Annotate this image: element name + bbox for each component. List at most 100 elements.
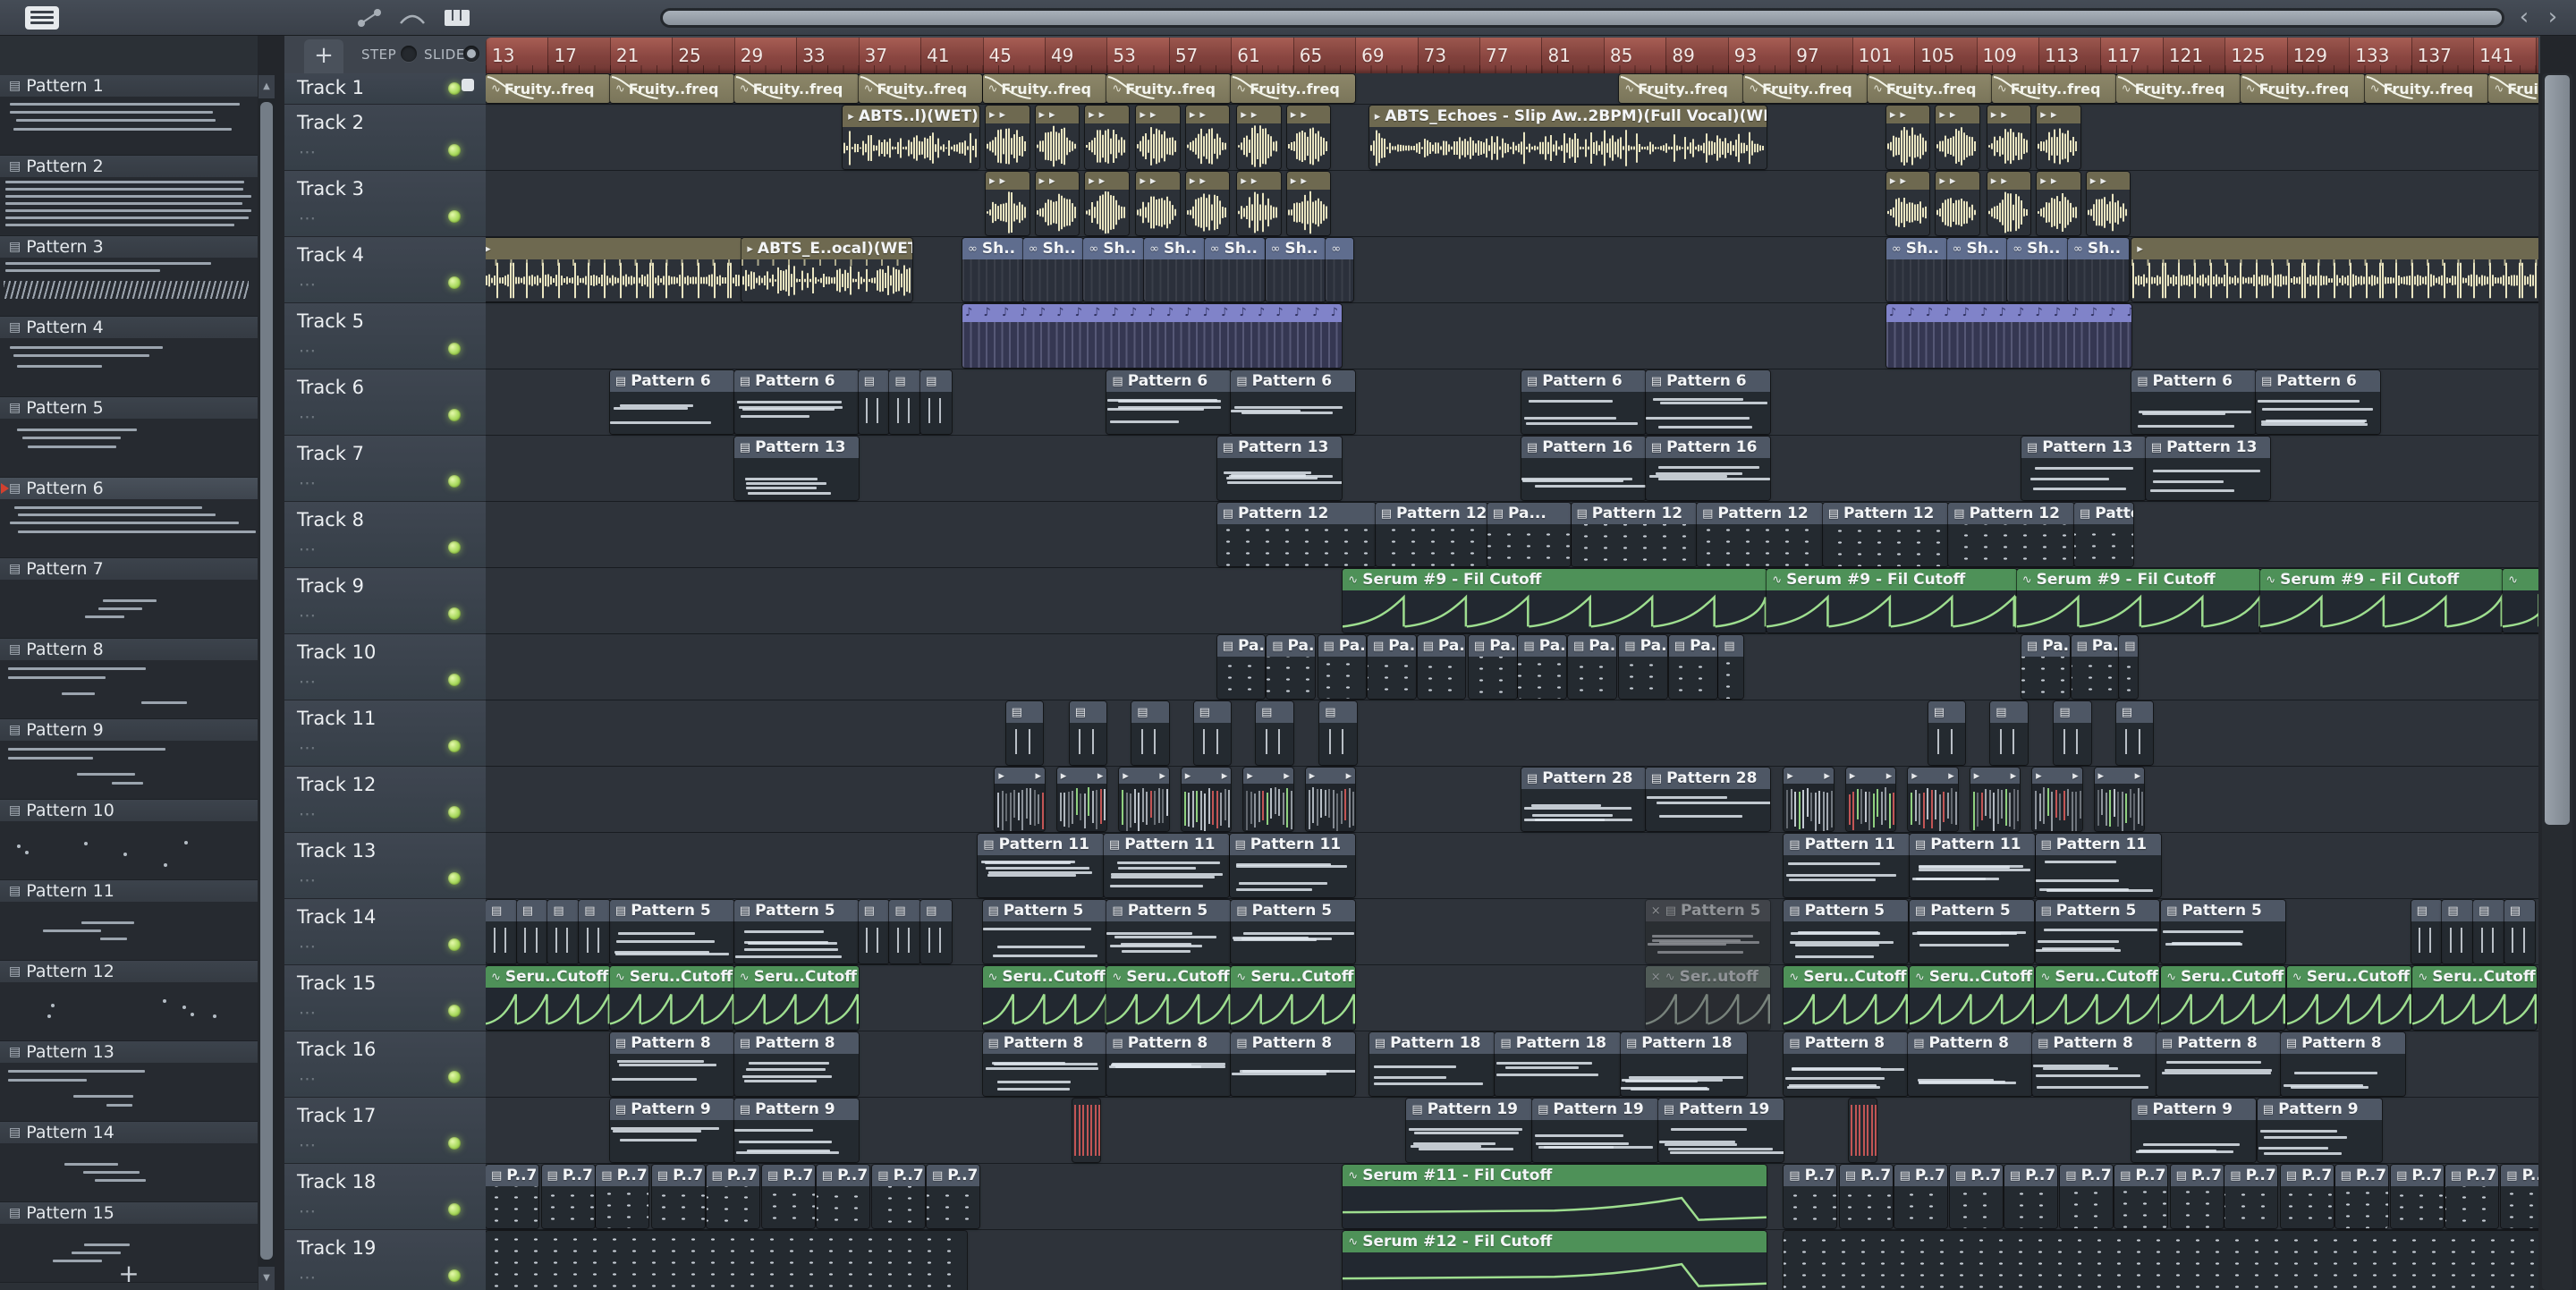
pattern-item-12[interactable]: ▤ Pattern 12 <box>0 961 258 1041</box>
ruler-bar-93[interactable]: 93 <box>1727 38 1790 73</box>
pattern-item-6[interactable]: ▤ Pattern 6 <box>0 478 258 558</box>
pattern-item-2[interactable]: ▤ Pattern 2 <box>0 156 258 236</box>
clip-pattern-8[interactable]: ▤ Pattern 8 <box>1231 1032 1356 1096</box>
clip-seru-cutoff[interactable]: ∿ Seru..Cutoff <box>2035 966 2160 1030</box>
clip-amini[interactable]: ▸ ▸ <box>1185 172 1230 235</box>
clip-fruity-freq[interactable]: ∿Fruity..freq <box>1991 74 2116 103</box>
clip-seru-cutoff[interactable]: ∿ Seru..Cutoff <box>609 966 734 1030</box>
ruler-bar-61[interactable]: 61 <box>1231 38 1292 73</box>
clip-pmini[interactable]: ▤ <box>547 900 580 963</box>
track-menu-dots[interactable]: ⋯ <box>299 804 316 824</box>
pattern-item-10[interactable]: ▤ Pattern 10 <box>0 800 258 880</box>
clip-amini[interactable]: ▸ ▸ <box>1987 106 2031 169</box>
track-mute-led[interactable] <box>448 872 461 885</box>
clip-pa[interactable]: ▤Pa.. <box>1318 635 1367 699</box>
clip-pattern-8[interactable]: ▤ Pattern 8 <box>1106 1032 1232 1096</box>
track-menu-dots[interactable]: ⋯ <box>299 341 316 361</box>
ruler-bar-77[interactable]: 77 <box>1479 38 1541 73</box>
clip-pmini[interactable]: ▤ <box>579 900 610 963</box>
clip-fruity-freq[interactable]: ∿Fruity..freq <box>609 74 734 103</box>
clip-p-7[interactable]: ▤P..7 <box>2114 1165 2168 1228</box>
track-header-12[interactable]: Track 12 ⋯ <box>284 767 486 833</box>
track-header-5[interactable]: Track 5 ⋯ <box>284 303 486 369</box>
clip-pa[interactable]: ▤ Pa... <box>1487 503 1572 566</box>
ruler-bar-109[interactable]: 109 <box>1976 38 2038 73</box>
clip-amini[interactable]: ▸ ▸ <box>2086 172 2131 235</box>
clip-sh[interactable]: ∞ Sh.. <box>1083 238 1145 301</box>
clip-seru-cutoff[interactable]: ∿ Seru..Cutoff <box>733 966 859 1030</box>
track-mute-led[interactable] <box>448 806 461 819</box>
track-menu-dots[interactable]: ⋯ <box>299 142 316 162</box>
clip-seru-cutoff[interactable]: ∿ Seru..Cutoff <box>2412 966 2538 1030</box>
track-mute-led[interactable] <box>448 343 461 355</box>
clip-chop[interactable]: ▸ ▸ <box>1181 768 1232 831</box>
track-header-15[interactable]: Track 15 ⋯ <box>284 965 486 1031</box>
clip-pattern-8[interactable]: ▤ Pattern 8 <box>1784 1032 1909 1096</box>
playlist-lane-8[interactable]: ▤ Pattern 12 ▤ Pattern 12 ▤ Pa... ▤ Pattern 12 ▤… <box>486 502 2538 568</box>
track-mute-led[interactable] <box>448 210 461 223</box>
clip-fruity-freq[interactable]: ∿Fruity..freq <box>982 74 1107 103</box>
clip-pmini[interactable]: ▤ <box>1990 701 2028 765</box>
clip-fruity-freq[interactable]: ∿Fruity..freq <box>1868 74 1992 103</box>
clip-amini[interactable]: ▸ ▸ <box>2037 106 2080 169</box>
track-mute-led[interactable] <box>448 82 461 95</box>
clip-fruity-freq[interactable]: ∿Fruity..freq <box>858 74 983 103</box>
track-header-18[interactable]: Track 18 ⋯ <box>284 1164 486 1230</box>
playlist-lane-6[interactable]: ▤ Pattern 6 ▤ Pattern 6 ▤ ▤ ▤ ▤ Pattern 6 ▤ Patter… <box>486 369 2538 436</box>
playlist-lane-3[interactable]: ▸ ▸ ▸ ▸ ▸ ▸ ▸ ▸ ▸ ▸ ▸ ▸ ▸ ▸ ▸ ▸ ▸ ▸ ▸ ▸ ▸ ▸ ▸ ▸ <box>486 171 2538 237</box>
ruler-bar-17[interactable]: 17 <box>547 38 610 73</box>
clip-pattern-19[interactable]: ▤ Pattern 19 <box>1406 1099 1532 1162</box>
clip-sh[interactable]: ∞ Sh.. <box>1022 238 1084 301</box>
clip-amini[interactable]: ▸ ▸ <box>1136 106 1180 169</box>
pattern-scrollbar-thumb[interactable] <box>260 102 273 1260</box>
clip-pmini[interactable]: ▤ <box>1319 701 1357 765</box>
pattern-name[interactable]: Pattern 7 <box>26 559 103 579</box>
clip-serum-9-fil-cutoff[interactable]: ∿ Serum #9 - Fil Cutoff <box>2260 569 2503 632</box>
slide-tool-icon[interactable] <box>354 5 385 30</box>
track-name[interactable]: Track 12 <box>297 774 376 795</box>
track-menu-dots[interactable]: ⋯ <box>299 1201 316 1221</box>
clip-p-7[interactable]: ▤P..7 <box>1784 1165 1837 1228</box>
clip-pattern-8[interactable]: ▤ Pattern 8 <box>609 1032 734 1096</box>
track-mute-led[interactable] <box>448 1269 461 1282</box>
track-name[interactable]: Track 6 <box>297 377 364 398</box>
clip-p-7[interactable]: ▤P..7 <box>2445 1165 2498 1228</box>
track-menu-dots[interactable]: ⋯ <box>299 738 316 758</box>
track-menu-dots[interactable]: ⋯ <box>299 1003 316 1023</box>
pattern-name[interactable]: Pattern 5 <box>26 398 103 418</box>
pattern-name[interactable]: Pattern 11 <box>26 881 114 901</box>
clip-pattern-18[interactable]: ▤ Pattern 18 <box>1495 1032 1621 1096</box>
clip-pattern-9[interactable]: ▤ Pattern 9 <box>2131 1099 2257 1162</box>
clip-pattern-11[interactable]: ▤ Pattern 11 <box>1103 834 1230 897</box>
clip-sh[interactable]: ∞ Sh.. <box>2068 238 2129 301</box>
clip-pattern-8[interactable]: ▤ Pattern 8 <box>2032 1032 2157 1096</box>
scroll-left-button[interactable]: ‹ <box>2512 2 2537 32</box>
clip-p-7[interactable]: ▤P..7 <box>596 1165 649 1228</box>
pattern-item-4[interactable]: ▤ Pattern 4 <box>0 317 258 397</box>
clip-sh[interactable]: ∞ Sh.. <box>1144 238 1205 301</box>
clip-pattern-12[interactable]: ▤Pattern 12 <box>2073 503 2133 566</box>
clip-pattern-12[interactable]: ▤Pattern 12 <box>1571 503 1698 566</box>
pattern-name[interactable]: Pattern 15 <box>26 1203 114 1223</box>
clip-audio[interactable]: ▸ <box>486 238 742 301</box>
ruler-bar-121[interactable]: 121 <box>2162 38 2225 73</box>
clip-sh[interactable]: ∞ Sh.. <box>1204 238 1266 301</box>
clip-audio[interactable]: ▸ <box>2131 238 2538 301</box>
clip-pmini[interactable]: ▤ <box>1131 701 1169 765</box>
clip-pattern-19[interactable]: ▤ Pattern 19 <box>1532 1099 1658 1162</box>
track-menu-dots[interactable]: ⋯ <box>299 1268 316 1287</box>
timeline-ruler[interactable]: 13 17 21 25 29 33 37 41 45 49 53 57 61 65 69 73 77 81 85 89… <box>486 38 2538 73</box>
pattern-name[interactable]: Pattern 14 <box>26 1123 114 1142</box>
track-name[interactable]: Track 17 <box>297 1105 376 1126</box>
track-menu-dots[interactable]: ⋯ <box>299 606 316 625</box>
track-header-16[interactable]: Track 16 ⋯ <box>284 1031 486 1098</box>
clip-amini[interactable]: ▸ ▸ <box>1085 106 1129 169</box>
track-mute-led[interactable] <box>448 1005 461 1017</box>
track-mute-led[interactable] <box>448 1071 461 1083</box>
track-mute-led[interactable] <box>448 674 461 686</box>
clip-pattern-28[interactable]: ▤ Pattern 28 <box>1521 768 1646 831</box>
ruler-bar-101[interactable]: 101 <box>1852 38 1914 73</box>
track-name[interactable]: Track 19 <box>297 1237 376 1259</box>
track-menu-dots[interactable]: ⋯ <box>299 1069 316 1089</box>
clip-pattern-8[interactable]: ▤ Pattern 8 <box>733 1032 859 1096</box>
